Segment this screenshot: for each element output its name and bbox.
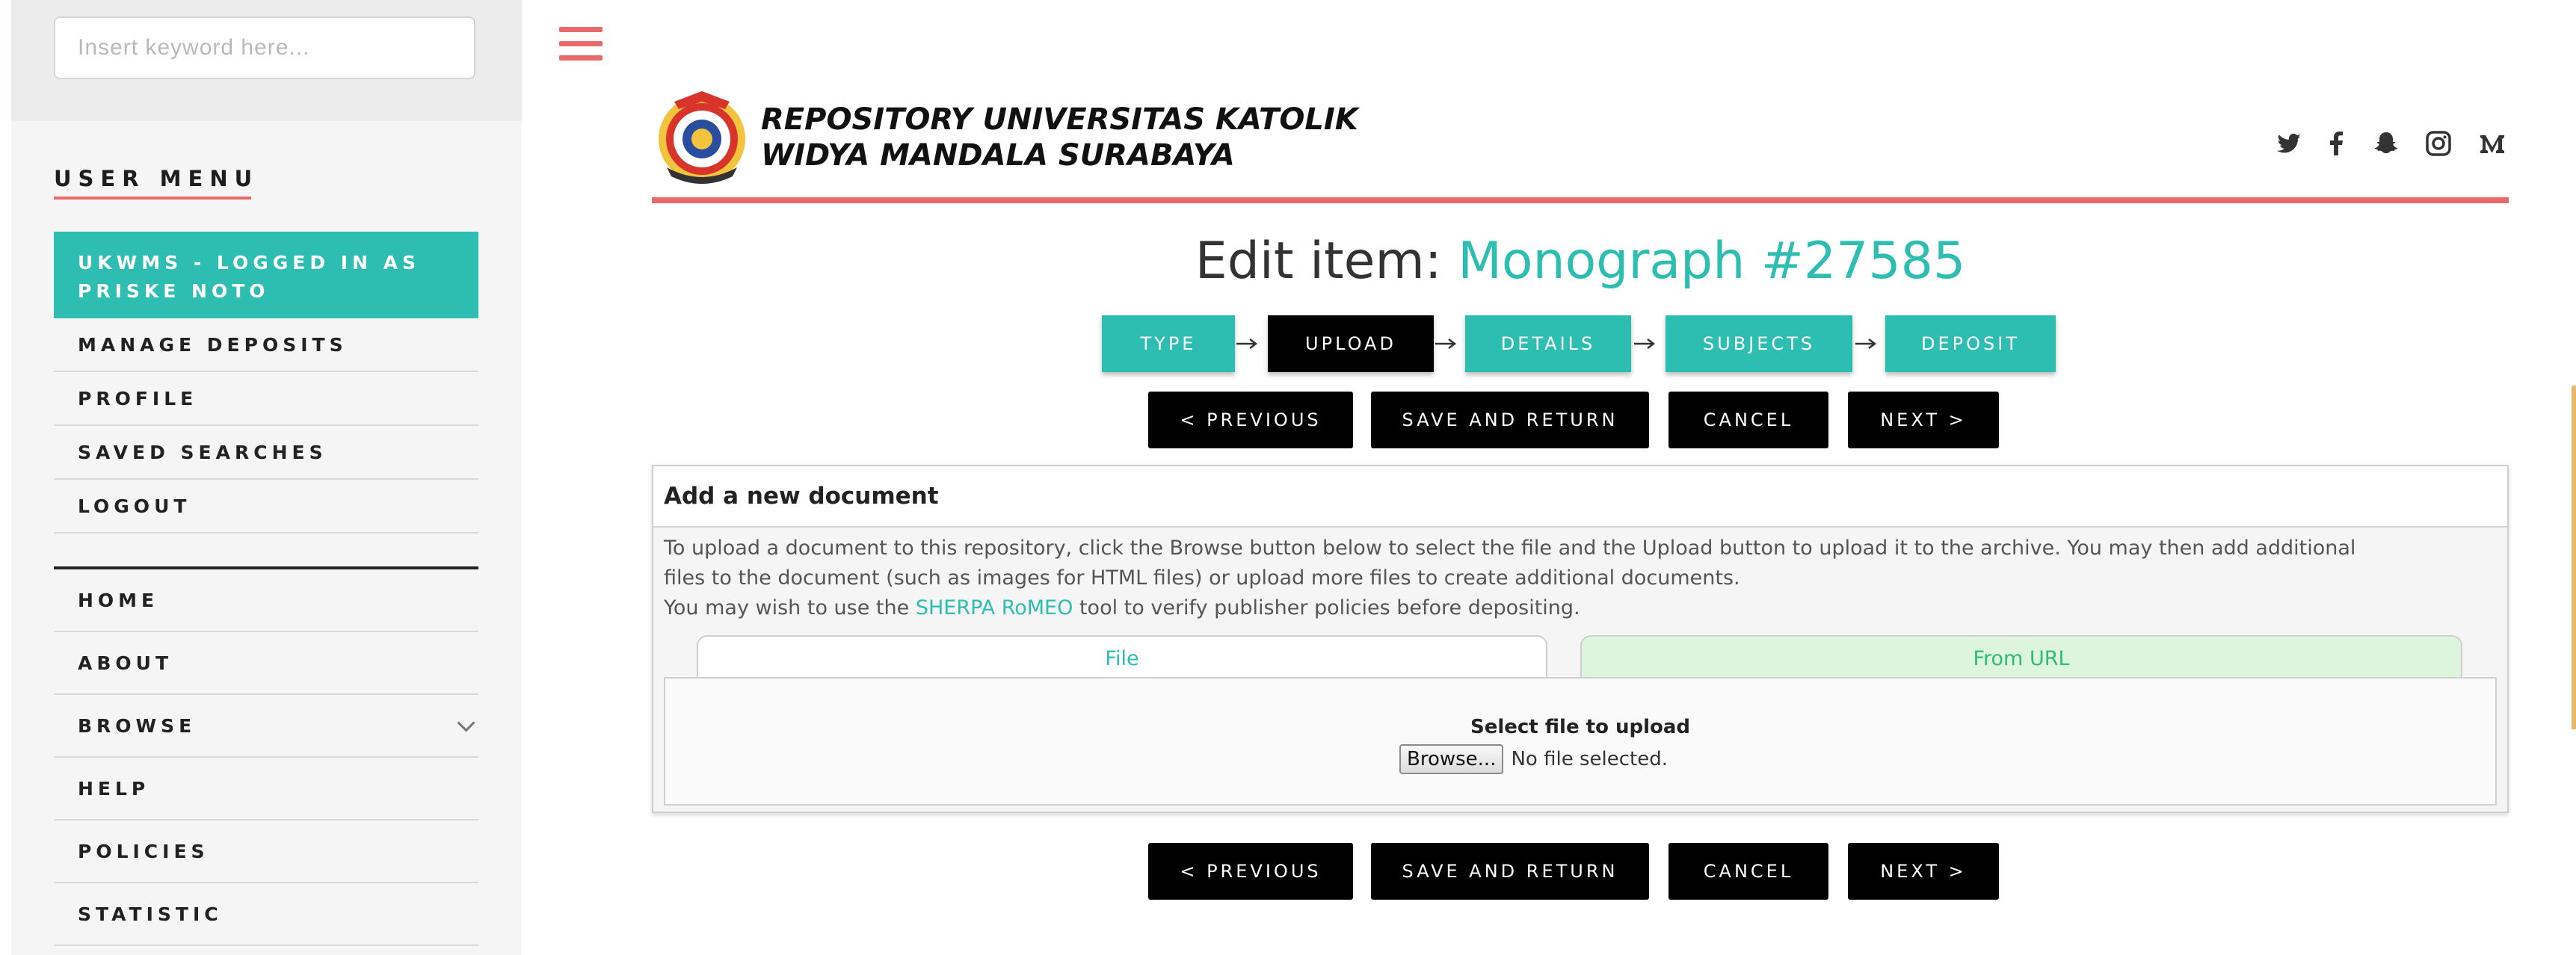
sidebar-item-label: STATISTIC (78, 903, 223, 925)
sidebar-item-label: HOME (78, 590, 159, 611)
sidebar-item-label: POLICIES (78, 841, 209, 862)
arrow-right-icon (1435, 339, 1457, 349)
tab-from-url[interactable]: From URL (1580, 635, 2462, 680)
arrow-right-icon (1634, 339, 1656, 349)
sidebar-item-browse[interactable]: BROWSE (54, 695, 478, 758)
instructions-text: tool to verify publisher policies before… (1073, 596, 1580, 619)
instructions-line: To upload a document to this repository,… (664, 537, 2356, 560)
save-and-return-button[interactable]: SAVE AND RETURN (1371, 392, 1649, 448)
previous-button-bottom[interactable]: < PREVIOUS (1148, 843, 1353, 900)
panel-heading: Add a new document (653, 466, 2507, 528)
cancel-button[interactable]: CANCEL (1668, 392, 1828, 448)
step-label: UPLOAD (1305, 333, 1396, 354)
search-area (11, 0, 522, 121)
facebook-icon[interactable] (2322, 129, 2352, 158)
browse-button[interactable]: Browse... (1399, 744, 1504, 774)
sidebar: USER MENU UKWMS - LOGGED IN AS PRISKE NO… (0, 0, 522, 955)
user-menu-title: USER MENU (54, 166, 259, 191)
sidebar-item-label: PROFILE (78, 388, 198, 409)
cancel-button-bottom[interactable]: CANCEL (1668, 843, 1828, 900)
sidebar-item-label: SAVED SEARCHES (78, 442, 327, 463)
header-divider (652, 197, 2509, 203)
sidebar-edge (0, 0, 11, 955)
step-label: TYPE (1140, 333, 1197, 354)
sidebar-item-help[interactable]: HELP (54, 758, 478, 820)
sidebar-item-about[interactable]: ABOUT (54, 632, 478, 695)
sidebar-item-home[interactable]: HOME (54, 569, 478, 632)
sidebar-item-label: HELP (78, 778, 150, 800)
step-label: DEPOSIT (1921, 333, 2020, 354)
sidebar-item-logout[interactable]: LOGOUT (54, 480, 478, 534)
next-button[interactable]: NEXT > (1848, 392, 1999, 448)
sidebar-item-policies[interactable]: POLICIES (54, 820, 478, 883)
site-title-line2: WIDYA MANDALA SURABAYA (761, 138, 1235, 173)
next-button-bottom[interactable]: NEXT > (1848, 843, 1999, 900)
sidebar-item-label: LOGOUT (78, 495, 191, 517)
step-details[interactable]: DETAILS (1465, 315, 1631, 372)
page-title-item: Monograph #27585 (1458, 232, 1966, 291)
panel-instructions: To upload a document to this repository,… (664, 534, 2488, 623)
site-title[interactable]: REPOSITORY UNIVERSITAS KATOLIK WIDYA MAN… (761, 102, 1358, 173)
file-status: No file selected. (1511, 748, 1668, 770)
tab-label: From URL (1973, 646, 2070, 670)
file-input: Browse... No file selected. (1399, 744, 1668, 774)
step-type[interactable]: TYPE (1102, 315, 1235, 372)
instagram-icon[interactable] (2424, 129, 2453, 158)
search-input[interactable] (54, 16, 475, 79)
university-logo (659, 91, 745, 184)
step-label: SUBJECTS (1702, 333, 1816, 354)
chevron-down-icon (457, 714, 475, 732)
tab-label: File (1105, 646, 1139, 670)
file-upload-area: Select file to upload Browse... No file … (664, 677, 2497, 806)
sidebar-item-statistic[interactable]: STATISTIC (54, 883, 478, 946)
sidebar-item-label: BROWSE (78, 715, 197, 737)
step-deposit[interactable]: DEPOSIT (1885, 315, 2056, 372)
tab-file[interactable]: File (697, 635, 1547, 680)
user-menu-underline (54, 197, 251, 200)
save-and-return-button-bottom[interactable]: SAVE AND RETURN (1371, 843, 1649, 900)
snapchat-icon[interactable] (2371, 129, 2401, 158)
arrow-right-icon (1855, 339, 1877, 349)
instructions-text: You may wish to use the (664, 596, 916, 619)
sidebar-item-profile[interactable]: PROFILE (54, 372, 478, 426)
sidebar-item-saved-searches[interactable]: SAVED SEARCHES (54, 426, 478, 480)
sidebar-item-manage-deposits[interactable]: MANAGE DEPOSITS (54, 318, 478, 372)
hamburger-menu-icon[interactable] (559, 27, 603, 61)
site-title-line1: REPOSITORY UNIVERSITAS KATOLIK (761, 102, 1358, 137)
twitter-icon[interactable] (2274, 129, 2304, 158)
page-title: Edit item: Monograph #27585 (652, 230, 2509, 293)
instructions-line: You may wish to use the SHERPA RoMEO too… (664, 593, 2488, 623)
logged-in-banner: UKWMS - LOGGED IN AS PRISKE NOTO (54, 232, 478, 318)
medium-icon[interactable] (2477, 129, 2507, 158)
page-title-prefix: Edit item: (1195, 232, 1458, 291)
sherpa-romeo-link[interactable]: SHERPA RoMEO (916, 596, 1073, 619)
step-upload[interactable]: UPLOAD (1268, 315, 1434, 372)
step-subjects[interactable]: SUBJECTS (1666, 315, 1852, 372)
sidebar-item-label: MANAGE DEPOSITS (78, 334, 348, 356)
arrow-right-icon (1236, 339, 1258, 349)
scrollbar[interactable] (2572, 386, 2576, 729)
step-label: DETAILS (1500, 333, 1596, 354)
instructions-line: files to the document (such as images fo… (664, 566, 1740, 590)
sidebar-item-label: ABOUT (78, 652, 173, 674)
select-file-label: Select file to upload (1470, 716, 1691, 738)
previous-button[interactable]: < PREVIOUS (1148, 392, 1353, 448)
